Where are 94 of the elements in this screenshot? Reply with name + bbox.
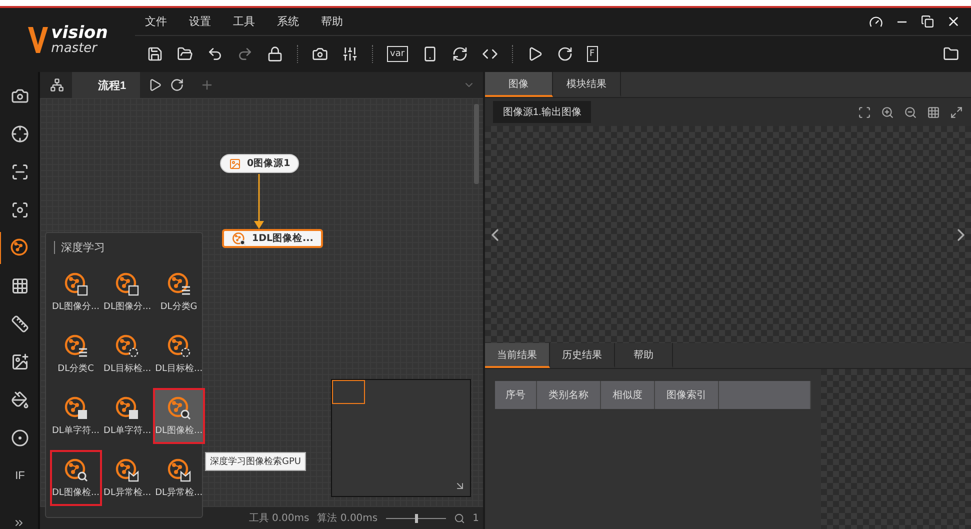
panel-tab[interactable]: 图像	[485, 72, 553, 97]
device-icon[interactable]	[422, 46, 438, 62]
folder-icon[interactable]	[177, 46, 193, 62]
menu-item[interactable]: 文件	[145, 14, 167, 29]
popup-title: 深度学习	[54, 241, 194, 254]
neural-network-icon	[64, 396, 88, 420]
algorithm-time: 算法 0.00ms	[317, 512, 378, 525]
neural-network-icon	[64, 458, 88, 482]
neural-network-icon	[115, 334, 140, 358]
neural-network-icon	[232, 232, 246, 246]
column-header: 序号	[495, 381, 537, 409]
focus-icon	[11, 201, 29, 219]
minimap-viewport[interactable]	[332, 380, 365, 404]
tool-item[interactable]: DL目标检...	[102, 326, 154, 382]
target-icon	[11, 429, 29, 447]
neural-network-icon	[166, 272, 191, 296]
zoom-value: 1	[472, 512, 479, 524]
play-icon[interactable]	[148, 78, 162, 92]
save-icon[interactable]	[147, 46, 163, 62]
condition-button[interactable]: IF	[0, 460, 39, 492]
result-tab[interactable]: 当前结果	[485, 343, 550, 368]
camera-icon	[11, 87, 29, 105]
paint-bucket-icon	[11, 391, 29, 409]
tooltip: 深度学习图像检索GPU	[205, 452, 306, 471]
variable-button[interactable]: var	[387, 46, 408, 62]
neural-network-icon	[64, 334, 88, 358]
play-icon[interactable]	[526, 46, 543, 62]
tool-item[interactable]: DL图像分...	[50, 264, 102, 320]
tool-time: 工具 0.00ms	[248, 512, 310, 525]
refresh-icon[interactable]	[452, 46, 468, 62]
menu-item[interactable]: 帮助	[321, 14, 343, 29]
tool-item[interactable]: DL单字符...	[50, 388, 102, 444]
search-icon[interactable]	[454, 512, 465, 524]
image-settings-icon	[11, 353, 29, 371]
flow-node[interactable]: 1DL图像检...	[222, 229, 324, 248]
tool-item[interactable]: DL异常检...	[102, 450, 154, 506]
neural-network-icon	[166, 334, 191, 358]
fit-icon[interactable]	[858, 106, 871, 118]
folder-icon[interactable]	[943, 46, 959, 62]
zoom-slider-thumb[interactable]	[414, 514, 418, 522]
formula-button[interactable]: F	[586, 46, 598, 62]
menu-item[interactable]: 设置	[189, 14, 211, 29]
scan-icon	[11, 163, 29, 181]
connector-arrow	[253, 174, 265, 230]
redo-icon[interactable]	[237, 46, 253, 62]
loop-run-icon[interactable]	[170, 78, 184, 92]
close-icon[interactable]	[946, 14, 961, 29]
undo-icon[interactable]	[207, 46, 223, 62]
neural-network-icon	[166, 458, 191, 482]
zoom-out-icon[interactable]	[904, 106, 917, 118]
loop-run-icon[interactable]	[556, 46, 573, 62]
gauge-icon[interactable]	[869, 14, 883, 28]
neural-network-icon	[115, 272, 140, 296]
add-tab-icon[interactable]	[200, 78, 214, 92]
restore-icon[interactable]	[921, 15, 934, 28]
flow-icon[interactable]	[50, 78, 64, 92]
neural-network-icon	[115, 458, 140, 482]
crosshair-icon	[11, 125, 29, 143]
scrollbar[interactable]	[474, 104, 479, 184]
tool-item[interactable]: DL分类C	[50, 326, 102, 382]
neural-network-icon	[10, 238, 30, 258]
logo-v-icon	[27, 25, 50, 55]
logo-subtext: master	[51, 42, 98, 55]
camera-icon[interactable]	[312, 46, 328, 62]
tool-item[interactable]: DL目标检...	[153, 326, 205, 382]
menu-item[interactable]: 工具	[233, 14, 255, 29]
fullscreen-icon[interactable]	[950, 106, 963, 118]
menu-item[interactable]: 系统	[277, 14, 299, 29]
flow-node[interactable]: 0图像源1	[220, 154, 300, 173]
flow-tab[interactable]: 流程1	[72, 72, 140, 98]
expand-icon[interactable]	[13, 517, 25, 529]
column-header: 图像索引	[655, 381, 719, 409]
tool-item[interactable]: DL分类G	[153, 264, 205, 320]
column-header: 类别名称	[537, 381, 601, 409]
tool-item[interactable]: DL图像检...	[153, 388, 205, 444]
ruler-icon	[11, 315, 29, 333]
lock-icon[interactable]	[267, 46, 283, 62]
neural-network-icon	[115, 396, 140, 420]
sliders-icon[interactable]	[342, 46, 358, 62]
image-icon	[229, 158, 241, 170]
tool-item[interactable]: DL异常检...	[153, 450, 205, 506]
zoom-in-icon[interactable]	[881, 106, 894, 118]
neural-network-icon	[64, 272, 88, 296]
image-source-dropdown[interactable]: 图像源1.输出图像	[493, 101, 592, 123]
column-header: 相似度	[601, 381, 655, 409]
resize-icon[interactable]	[454, 480, 466, 492]
node-label: 1DL图像检...	[252, 232, 314, 245]
tool-item[interactable]: DL单字符...	[102, 388, 154, 444]
grid-icon	[11, 277, 29, 295]
neural-network-icon	[166, 396, 191, 420]
tool-item[interactable]: DL图像检...	[50, 450, 102, 506]
tool-item[interactable]: DL图像分...	[102, 264, 154, 320]
node-label: 0图像源1	[247, 157, 290, 170]
logo-text: vision	[51, 25, 108, 42]
